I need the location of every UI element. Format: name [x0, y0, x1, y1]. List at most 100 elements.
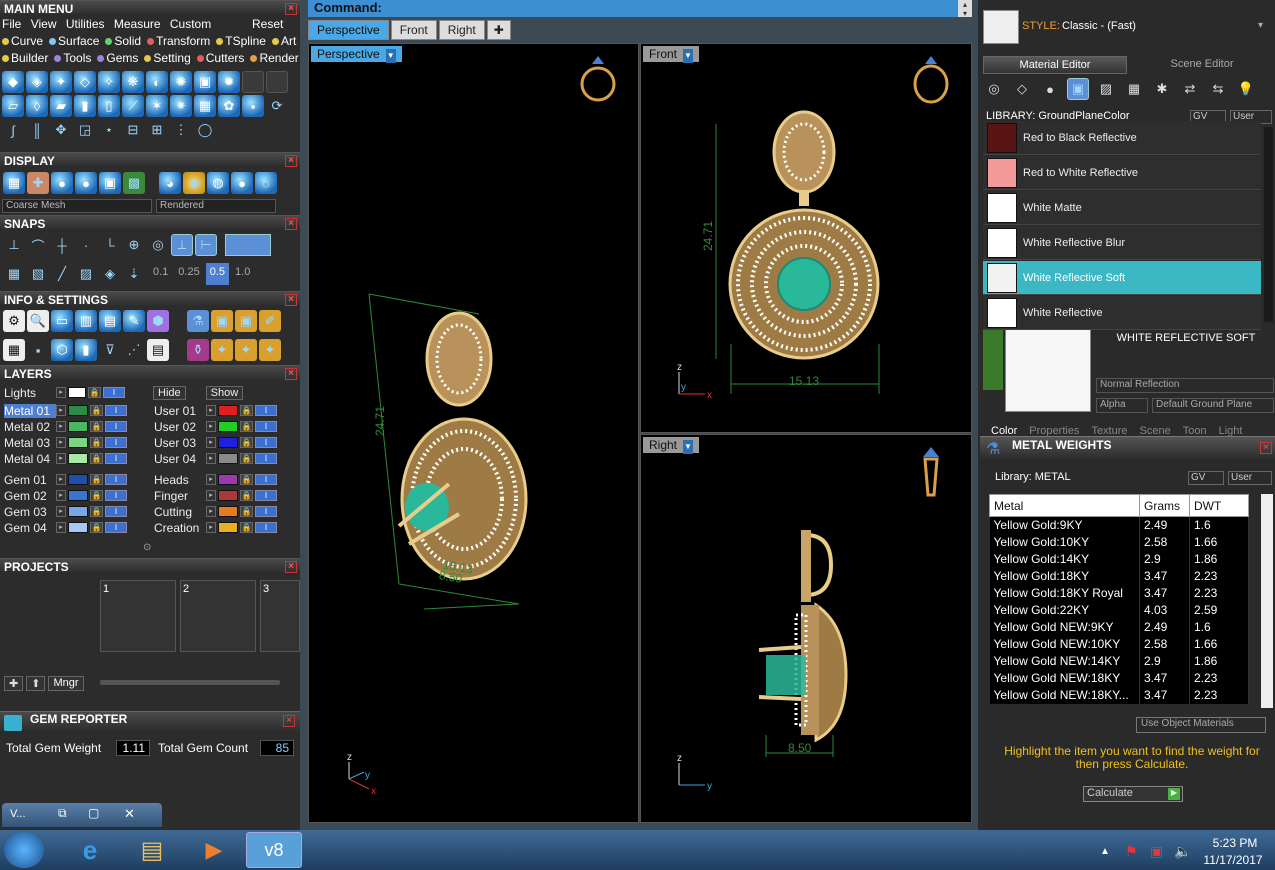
- visibility-toggle[interactable]: I: [105, 522, 127, 533]
- expand-icon[interactable]: ▸: [206, 405, 216, 416]
- tool-icon[interactable]: ◯: [194, 119, 216, 141]
- table-row[interactable]: Yellow Gold NEW:10KY 2.58 1.66: [989, 635, 1249, 653]
- layer-row[interactable]: User 01 ▸ 🔒 I: [154, 403, 277, 418]
- tool-icon[interactable]: ▣: [194, 71, 216, 93]
- tool-icon[interactable]: ✹: [218, 71, 240, 93]
- layer-name[interactable]: Finger: [154, 489, 206, 503]
- lock-icon[interactable]: 🔒: [240, 421, 253, 432]
- layer-color-swatch[interactable]: [218, 522, 238, 533]
- layer-name[interactable]: Metal 04: [4, 452, 56, 466]
- layer-row[interactable]: Metal 03 ▸ 🔒 I: [4, 435, 127, 450]
- material-scrollbar[interactable]: [1264, 127, 1273, 322]
- tool-icon[interactable]: ⊟: [122, 119, 144, 141]
- snap-value[interactable]: 0.25: [174, 263, 203, 285]
- material-icon[interactable]: ▦: [1123, 78, 1145, 100]
- column-grams[interactable]: Grams: [1139, 494, 1190, 517]
- visibility-toggle[interactable]: I: [105, 405, 127, 416]
- network-icon[interactable]: ▣: [1150, 843, 1163, 860]
- lights-swatch[interactable]: [68, 387, 86, 398]
- lock-icon[interactable]: 🔒: [90, 506, 103, 517]
- clock-time[interactable]: 5:23 PM: [1200, 836, 1270, 850]
- manager-button[interactable]: Mngr: [48, 676, 84, 691]
- expand-icon[interactable]: ▸: [206, 421, 216, 432]
- expand-icon[interactable]: ▸: [56, 405, 66, 416]
- use-object-materials-select[interactable]: Use Object Materials: [1136, 717, 1266, 733]
- search-icon[interactable]: 🔍: [27, 310, 49, 332]
- visibility-toggle[interactable]: I: [255, 506, 277, 517]
- layer-name[interactable]: User 02: [154, 420, 206, 434]
- close-icon[interactable]: ×: [285, 155, 297, 167]
- snap-icon[interactable]: ⇣: [123, 263, 145, 285]
- rhino-taskbar-button[interactable]: v8: [246, 832, 302, 868]
- grid-icon[interactable]: ▦: [3, 263, 25, 285]
- close-icon[interactable]: ×: [1260, 442, 1272, 454]
- menu-curve[interactable]: Curve: [2, 34, 43, 48]
- info-icon[interactable]: ⬢: [147, 310, 169, 332]
- table-row[interactable]: Yellow Gold:10KY 2.58 1.66: [989, 533, 1249, 551]
- projects-scrollbar[interactable]: [100, 680, 280, 685]
- layer-row[interactable]: User 04 ▸ 🔒 I: [154, 451, 277, 466]
- front-viewport[interactable]: Front ▼ zxy 24.71 15.13: [640, 43, 972, 433]
- display-icon[interactable]: ◕: [159, 172, 181, 194]
- metal-table-scrollbar[interactable]: [1261, 494, 1273, 708]
- layer-name[interactable]: Cutting: [154, 505, 206, 519]
- visibility-toggle[interactable]: I: [105, 490, 127, 501]
- lock-icon[interactable]: 🔒: [240, 453, 253, 464]
- media-player-icon[interactable]: ▶: [186, 832, 242, 868]
- menu-art[interactable]: Art: [271, 34, 296, 48]
- collapse-icon[interactable]: ⊙: [143, 542, 151, 553]
- tool-icon[interactable]: ◊: [26, 95, 48, 117]
- info-icon[interactable]: ▮: [75, 339, 97, 361]
- layer-color-swatch[interactable]: [68, 437, 88, 448]
- close-icon[interactable]: ×: [285, 3, 297, 15]
- layer-name[interactable]: Heads: [154, 473, 206, 487]
- layer-row[interactable]: Gem 03 ▸ 🔒 I: [4, 504, 127, 519]
- perspective-viewport[interactable]: Perspective ▼ zxy 24.71 15.13 8.50: [308, 43, 639, 823]
- tab-perspective[interactable]: Perspective: [308, 20, 389, 40]
- tool-icon[interactable]: ▯: [98, 95, 120, 117]
- menu-utilities[interactable]: Utilities: [66, 17, 105, 31]
- expand-icon[interactable]: ▸: [206, 453, 216, 464]
- tool-icon[interactable]: ✦: [50, 71, 72, 93]
- snap-icon[interactable]: ◈: [99, 263, 121, 285]
- chevron-down-icon[interactable]: ▾: [1258, 20, 1263, 31]
- snap-ortho-button[interactable]: [225, 234, 271, 256]
- expand-icon[interactable]: ▸: [56, 490, 66, 501]
- menu-surface[interactable]: Surface: [49, 34, 99, 48]
- right-viewport[interactable]: Right ▼ zy 8.50: [640, 434, 972, 823]
- material-icon[interactable]: ⇆: [1207, 78, 1229, 100]
- layer-color-swatch[interactable]: [218, 405, 238, 416]
- minimized-window[interactable]: V... ⧉ ▢ ✕: [2, 803, 162, 827]
- move-icon[interactable]: ✥: [50, 119, 72, 141]
- material-icon[interactable]: ▨: [1095, 78, 1117, 100]
- info-icon[interactable]: ▤: [147, 339, 169, 361]
- snap-icon[interactable]: ╱: [51, 263, 73, 285]
- tool-icon[interactable]: ∫: [2, 119, 24, 141]
- close-icon[interactable]: ×: [285, 218, 297, 230]
- lock-icon[interactable]: 🔒: [90, 490, 103, 501]
- info-icon[interactable]: ✦: [259, 339, 281, 361]
- user-toggle[interactable]: User: [1228, 471, 1272, 485]
- table-row[interactable]: Yellow Gold NEW:14KY 2.9 1.86: [989, 652, 1249, 670]
- material-item[interactable]: White Reflective Soft: [983, 261, 1261, 295]
- gem-icon[interactable]: ◇: [1011, 78, 1033, 100]
- layer-name[interactable]: Gem 02: [4, 489, 56, 503]
- layer-row[interactable]: Metal 04 ▸ 🔒 I: [4, 451, 127, 466]
- snap-icon[interactable]: ⊢: [195, 234, 217, 256]
- tool-icon[interactable]: ▱: [2, 95, 24, 117]
- gv-toggle[interactable]: GV: [1188, 471, 1224, 485]
- material-item[interactable]: Red to White Reflective: [983, 156, 1261, 190]
- info-icon[interactable]: ▣: [235, 310, 257, 332]
- lock-icon[interactable]: 🔒: [240, 405, 253, 416]
- layer-color-swatch[interactable]: [68, 453, 88, 464]
- material-icon[interactable]: ◎: [983, 78, 1005, 100]
- tab-material-editor[interactable]: Material Editor: [983, 56, 1127, 74]
- visibility-toggle[interactable]: I: [105, 421, 127, 432]
- layer-name[interactable]: Creation: [154, 521, 206, 535]
- info-icon[interactable]: ▪: [27, 339, 49, 361]
- tool-icon[interactable]: ⋆: [98, 119, 120, 141]
- expand-icon[interactable]: ▸: [206, 522, 216, 533]
- menu-custom[interactable]: Custom: [170, 17, 211, 31]
- layer-name[interactable]: Gem 03: [4, 505, 56, 519]
- info-icon[interactable]: ▥: [75, 310, 97, 332]
